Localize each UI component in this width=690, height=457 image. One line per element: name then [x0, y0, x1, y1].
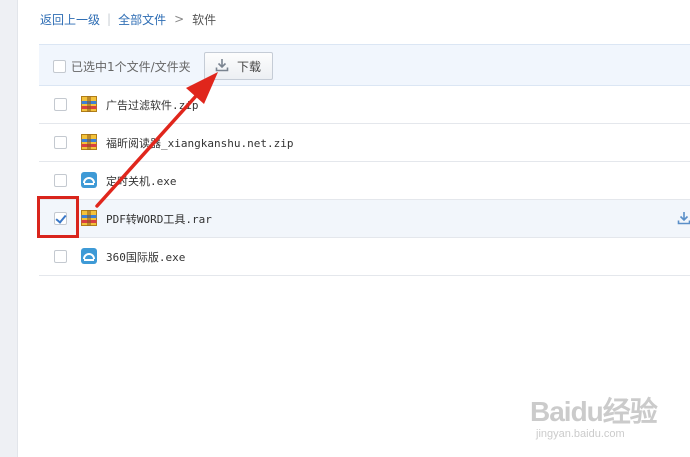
all-files-link[interactable]: 全部文件 — [118, 11, 166, 28]
download-label: 下载 — [237, 59, 262, 74]
file-checkbox[interactable] — [54, 98, 67, 111]
file-row[interactable]: 福昕阅读器_xiangkanshu.net.zip — [39, 124, 690, 162]
download-button[interactable]: 下载 — [204, 52, 273, 80]
baidu-watermark: Baidu经验 jingyan.baidu.com — [530, 390, 680, 450]
file-name[interactable]: 广告过滤软件.zip — [106, 97, 199, 113]
row-download-icon[interactable] — [677, 211, 690, 228]
left-sidebar-strip — [0, 0, 18, 457]
archive-file-icon — [81, 96, 97, 112]
breadcrumb-arrow: > — [174, 12, 185, 26]
archive-file-icon — [81, 210, 97, 226]
file-row[interactable]: 360国际版.exe — [39, 238, 690, 276]
file-checkbox-checked[interactable] — [54, 212, 67, 225]
archive-file-icon — [81, 134, 97, 150]
exe-file-icon — [81, 248, 97, 264]
select-all-checkbox[interactable] — [53, 60, 66, 73]
file-name[interactable]: 定时关机.exe — [106, 173, 177, 189]
file-list-toolbar: 已选中1个文件/文件夹 下载 — [39, 44, 690, 86]
watermark-logo-text: Baidu经验 — [530, 396, 658, 427]
file-name[interactable]: 360国际版.exe — [106, 249, 185, 265]
download-icon — [215, 58, 229, 75]
file-checkbox[interactable] — [54, 136, 67, 149]
selection-count-label: 已选中1个文件/文件夹 — [71, 60, 191, 74]
file-row[interactable]: 广告过滤软件.zip — [39, 86, 690, 124]
back-link[interactable]: 返回上一级 — [40, 11, 100, 28]
current-folder: 软件 — [192, 12, 217, 27]
file-row[interactable]: 定时关机.exe — [39, 162, 690, 200]
file-name[interactable]: PDF转WORD工具.rar — [106, 211, 212, 227]
file-name[interactable]: 福昕阅读器_xiangkanshu.net.zip — [106, 135, 293, 151]
watermark-url: jingyan.baidu.com — [536, 428, 625, 440]
file-checkbox[interactable] — [54, 250, 67, 263]
file-row-selected[interactable]: PDF转WORD工具.rar — [39, 200, 690, 238]
breadcrumb-separator: | — [107, 12, 112, 26]
file-checkbox[interactable] — [54, 174, 67, 187]
exe-file-icon — [81, 172, 97, 188]
breadcrumb: 返回上一级 | 全部文件 > 软件 — [40, 10, 216, 28]
